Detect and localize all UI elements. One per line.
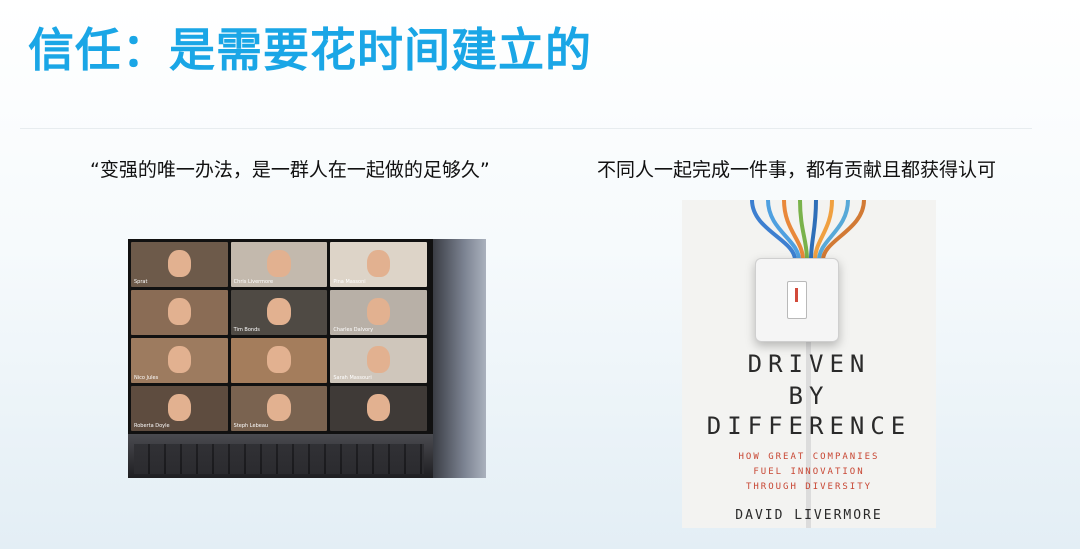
participant-name: Steph Lebeau <box>233 423 269 429</box>
video-tile: Sarah Massouri <box>330 338 427 383</box>
participant-face <box>167 346 191 374</box>
participant-face <box>367 394 391 422</box>
slide-title: 信任：是需要花时间建立的 <box>28 23 592 77</box>
participant-name: Nico Jules <box>134 375 159 381</box>
participant-name: Sprat <box>134 279 148 285</box>
book-cover: DRIVEN BY DIFFERENCE HOW GREAT COMPANIES… <box>682 200 936 528</box>
wire <box>821 200 866 262</box>
video-call-grid: Sprat Chris Livermore Pina Massoni Tim Bond… <box>128 239 433 434</box>
video-call-laptop-photo: Sprat Chris Livermore Pina Massoni Tim Bond… <box>128 239 486 478</box>
participant-face <box>267 298 291 326</box>
right-caption: 不同人一起完成一件事，都有贡献且都获得认可 <box>597 159 997 181</box>
participant-name: Tim Bonds <box>233 327 260 333</box>
participant-face <box>267 394 291 422</box>
laptop-keys <box>134 444 424 474</box>
video-tile: Tim Bonds <box>230 290 328 335</box>
video-tile: Steph Lebeau <box>230 386 328 431</box>
participant-name: Sarah Massouri <box>333 375 372 381</box>
video-tile: Charles Dalvory <box>330 290 427 335</box>
book-title-line3: DIFFERENCE <box>706 412 912 440</box>
book-subtitle-line3: THROUGH DIVERSITY <box>745 482 873 492</box>
video-tile <box>230 338 328 383</box>
book-subtitle-line2: FUEL INNOVATION <box>753 467 865 477</box>
light-switch <box>755 258 839 342</box>
participant-name: Roberta Doyle <box>134 423 170 429</box>
participant-face <box>367 250 391 278</box>
participant-name: Chris Livermore <box>233 279 274 285</box>
participant-face <box>367 346 391 374</box>
wire <box>750 200 797 262</box>
participant-name: Charles Dalvory <box>333 327 374 333</box>
left-caption: “变强的唯一办法，是一群人在一起做的足够久” <box>90 159 490 181</box>
switch-rocker <box>787 281 807 319</box>
book-subtitle-line1: HOW GREAT COMPANIES <box>738 452 880 462</box>
participant-face <box>167 394 191 422</box>
switch-mark <box>795 288 798 302</box>
participant-name: Pina Massoni <box>333 279 366 285</box>
video-tile: Chris Livermore <box>230 242 328 287</box>
laptop-lid-edge <box>433 239 486 478</box>
participant-face <box>267 250 291 278</box>
video-tile: Nico Jules <box>131 338 228 383</box>
video-tile <box>330 386 427 431</box>
book-title-line1: DRIVEN <box>747 350 871 378</box>
video-tile <box>131 290 228 335</box>
video-tile: Pina Massoni <box>330 242 427 287</box>
book-title-line2: BY <box>788 382 830 410</box>
participant-face <box>267 346 291 374</box>
participant-face <box>167 250 191 278</box>
video-tile: Roberta Doyle <box>131 386 228 431</box>
participant-face <box>167 298 191 326</box>
title-divider <box>20 128 1032 129</box>
book-author: DAVID LIVERMORE <box>735 508 883 523</box>
participant-face <box>367 298 391 326</box>
video-tile: Sprat <box>131 242 228 287</box>
